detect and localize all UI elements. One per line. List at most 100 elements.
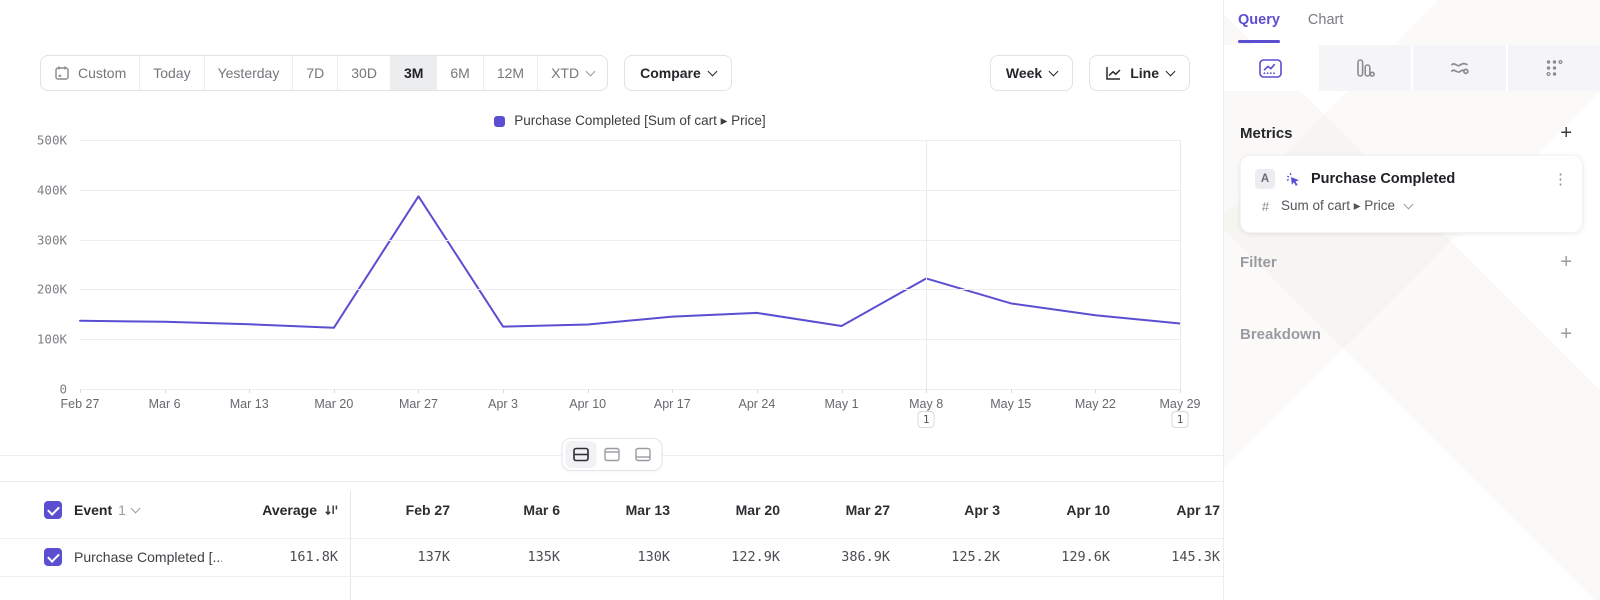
layout-toggle [562,438,663,471]
bar-chart-icon [1355,58,1375,79]
x-axis-label: Mar 27 [399,397,438,411]
metric-letter-badge: A [1255,169,1275,189]
event-spark-icon [1285,171,1301,187]
table-date-header[interactable]: Feb 27 [350,482,460,538]
annotation-badge[interactable]: 1 [1172,411,1189,428]
annotation-badge[interactable]: 1 [918,411,935,428]
date-range-xtd[interactable]: XTD [537,56,607,90]
y-axis-label: 500K [37,133,67,148]
x-axis-label: Mar 20 [314,397,353,411]
add-metric-button[interactable]: + [1560,123,1572,143]
tab-query[interactable]: Query [1238,12,1280,37]
chevron-down-icon [1166,66,1176,76]
chart-type-flows[interactable] [1411,45,1506,91]
chevron-down-icon [130,503,140,513]
chart-legend: Purchase Completed [Sum of cart ▸ Price] [80,113,1180,129]
axis-tick [1180,389,1181,393]
add-filter-button[interactable]: + [1560,252,1572,272]
table-date-header[interactable]: Mar 13 [570,482,680,538]
chevron-down-icon [1404,199,1414,209]
table-value-cell: 129.6K [1010,538,1120,576]
table-value-cell: 122.9K [680,538,790,576]
row-average-value: 161.8K [289,549,338,565]
chart-type-funnels[interactable] [1317,45,1412,91]
table-row-divider [0,538,1223,539]
x-axis-label: Feb 27 [61,397,100,411]
table-value-cell: 137K [350,538,460,576]
x-axis-label: May 22 [1075,397,1116,411]
scatter-dots-icon [1544,58,1564,78]
annotation-line [1180,140,1181,389]
layout-table-button[interactable] [628,441,659,468]
axis-tick [165,389,166,393]
axis-tick [1011,389,1012,393]
legend-swatch [494,116,505,127]
date-range-3m[interactable]: 3M [390,56,436,90]
chart-type-insights[interactable] [1224,45,1317,91]
chevron-down-icon [707,66,717,76]
table-date-header[interactable]: Apr 10 [1010,482,1120,538]
row-event-name: Purchase Completed [... [74,549,222,565]
tab-chart[interactable]: Chart [1308,12,1343,37]
date-range-label: Custom [78,65,126,81]
axis-tick [334,389,335,393]
toolbar: Custom Today Yesterday 7D 30D 3M 6M 12M … [40,55,1190,91]
date-range-12m[interactable]: 12M [483,56,537,90]
table-date-header[interactable]: Apr 3 [900,482,1010,538]
x-axis-label: Apr 17 [654,397,691,411]
axis-tick [418,389,419,393]
layout-split-button[interactable] [566,441,597,468]
table-date-header[interactable]: Apr 17 [1120,482,1223,538]
date-range-30d[interactable]: 30D [337,56,390,90]
date-range-custom[interactable]: Custom [41,56,139,90]
compare-button[interactable]: Compare [624,55,732,91]
chevron-down-icon [586,66,596,76]
gridline [80,190,1180,191]
metric-card[interactable]: A Purchase Completed ⋮ # Sum of cart ▸ P… [1240,155,1583,233]
x-axis-label: May 15 [990,397,1031,411]
aggregation-label: Sum of cart ▸ Price [1281,198,1395,214]
row-checkbox[interactable] [44,548,62,566]
metric-event-name: Purchase Completed [1311,171,1543,187]
x-axis-label: Mar 6 [149,397,181,411]
annotation-line [926,140,927,389]
kebab-menu-icon[interactable]: ⋮ [1553,170,1568,188]
table-value-cell: 130K [570,538,680,576]
legend-item[interactable]: Purchase Completed [Sum of cart ▸ Price] [494,113,765,129]
y-axis-label: 300K [37,232,67,247]
add-breakdown-button[interactable]: + [1560,324,1572,344]
axis-tick [1095,389,1096,393]
aggregation-selector[interactable]: # Sum of cart ▸ Price [1255,198,1568,214]
table-value-cell: 135K [460,538,570,576]
layout-chart-button[interactable] [597,441,628,468]
flows-icon [1449,59,1470,78]
interval-dropdown[interactable]: Week [990,55,1073,91]
axis-tick [503,389,504,393]
table-row-divider [0,576,1223,577]
y-axis-label: 0 [59,382,67,397]
legend-label: Purchase Completed [Sum of cart ▸ Price] [514,113,765,129]
date-range-7d[interactable]: 7D [292,56,337,90]
results-table: Event 1 Average Purchase Completed [... … [0,481,1223,600]
date-range-yesterday[interactable]: Yesterday [204,56,293,90]
event-column-header[interactable]: Event 1 [74,502,222,518]
table-date-header[interactable]: Mar 27 [790,482,900,538]
table-view-icon [635,447,652,462]
table-date-header[interactable]: Mar 20 [680,482,790,538]
gridline [80,289,1180,290]
chart-type-dropdown[interactable]: Line [1089,55,1190,91]
average-column-header[interactable]: Average [222,502,350,518]
axis-tick [80,389,81,393]
date-range-6m[interactable]: 6M [436,56,482,90]
select-all-checkbox[interactable] [44,501,62,519]
filter-title: Filter [1240,254,1277,271]
series-line[interactable] [80,196,1180,327]
x-axis-label: May 1 [825,397,859,411]
x-axis-label: Apr 10 [569,397,606,411]
metrics-header: Metrics + [1240,123,1572,143]
table-date-header[interactable]: Mar 6 [460,482,570,538]
date-range-today[interactable]: Today [139,56,203,90]
split-view-icon [573,447,590,462]
axis-tick [672,389,673,393]
chart-type-other[interactable] [1506,45,1600,91]
